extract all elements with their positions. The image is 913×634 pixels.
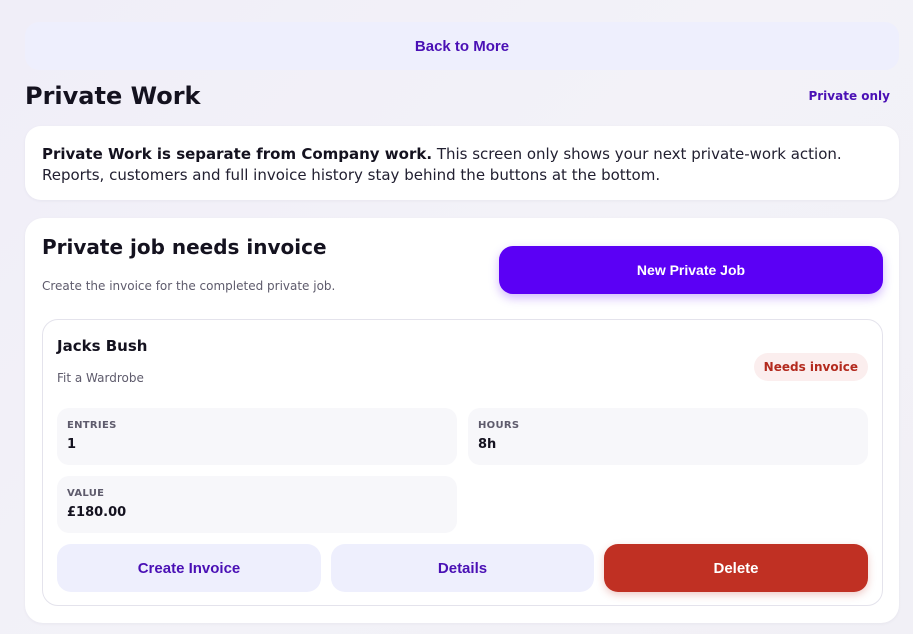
intro-bold-text: Private Work is separate from Company wo… [42,145,433,163]
value-stat: VALUE £180.00 [57,476,457,533]
value-label: VALUE [67,488,105,499]
hours-value: 8h [478,437,497,452]
details-button[interactable]: Details [331,544,594,592]
entries-label: ENTRIES [67,420,117,431]
value-amount: £180.00 [67,505,127,520]
job-name: Jacks Bush [57,337,148,355]
entries-value: 1 [67,437,77,452]
intro-text: Private Work is separate from Company wo… [42,144,882,186]
job-card: Jacks Bush Fit a Wardrobe Needs invoice … [42,319,883,606]
job-description: Fit a Wardrobe [57,371,144,385]
section-title: Private job needs invoice [42,235,327,259]
page-title: Private Work [25,82,201,110]
section-subtitle: Create the invoice for the completed pri… [42,279,336,293]
status-badge: Needs invoice [753,353,868,381]
next-action-card: Private job needs invoice Create the inv… [25,218,899,623]
back-to-more-button[interactable]: Back to More [25,22,899,70]
entries-stat: ENTRIES 1 [57,408,457,465]
create-invoice-button[interactable]: Create Invoice [57,544,321,592]
intro-card: Private Work is separate from Company wo… [25,126,899,200]
hours-stat: HOURS 8h [468,408,868,465]
private-only-badge: Private only [808,89,890,103]
hours-label: HOURS [478,420,520,431]
delete-button[interactable]: Delete [604,544,868,592]
new-private-job-button[interactable]: New Private Job [499,246,883,294]
